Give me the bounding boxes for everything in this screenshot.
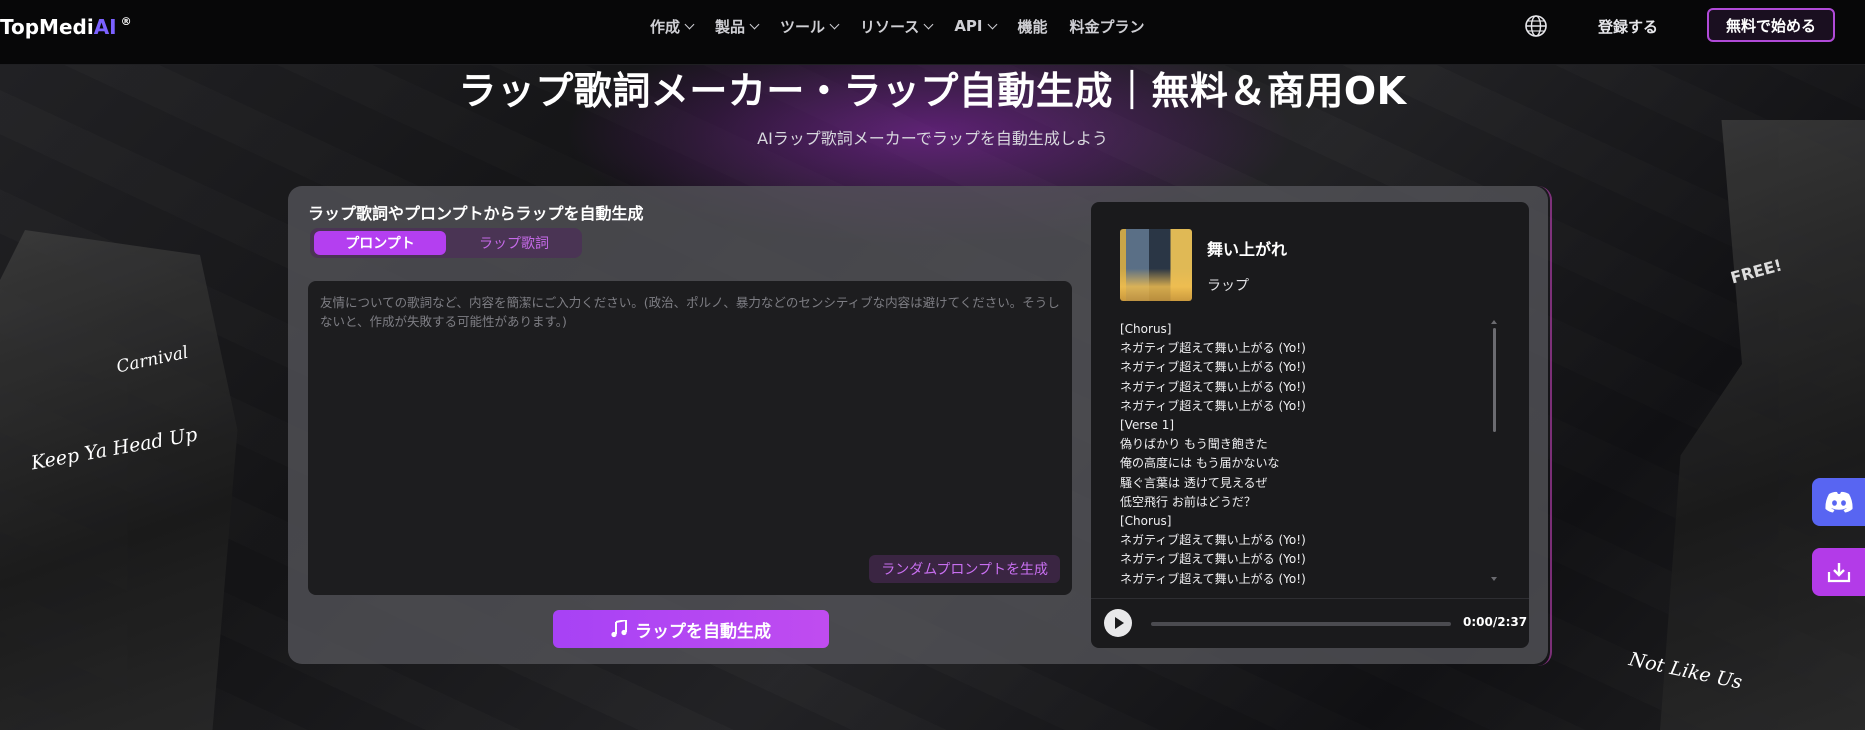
register-link[interactable]: 登録する bbox=[1598, 16, 1658, 37]
lyric-line: [Chorus] bbox=[1120, 322, 1172, 336]
globe-icon[interactable] bbox=[1524, 14, 1548, 38]
lyric-line: ネガティブ超えて舞い上がる (Yo!) bbox=[1120, 360, 1306, 375]
nav-item-products[interactable]: 製品 bbox=[715, 16, 760, 37]
song-title: 舞い上がれ bbox=[1207, 240, 1288, 259]
registered-mark: ® bbox=[120, 15, 132, 28]
chevron-down-icon bbox=[749, 19, 760, 29]
nav-label: ツール bbox=[780, 17, 826, 36]
music-note-icon bbox=[611, 620, 627, 638]
lyric-line: [Chorus] bbox=[1120, 514, 1172, 529]
nav-label: リソース bbox=[860, 17, 920, 36]
time-display: 0:00/2:37 bbox=[1463, 615, 1528, 629]
nav-label: API bbox=[954, 17, 983, 35]
lyric-line: 騒ぐ言葉は 透けて見えるぜ bbox=[1120, 475, 1268, 490]
scroll-up-arrow[interactable] bbox=[1491, 320, 1497, 324]
page-title: ラップ歌詞メーカー・ラップ自動生成｜無料＆商用OK bbox=[458, 69, 1407, 113]
lyric-line: 低空飛行 お前はどうだ？ bbox=[1120, 494, 1256, 509]
chevron-down-icon bbox=[684, 19, 695, 29]
nav-label: 製品 bbox=[715, 17, 746, 36]
prompt-box: ランダムプロンプトを生成 bbox=[308, 281, 1072, 595]
nav-item-features[interactable]: 機能 bbox=[1018, 16, 1048, 37]
nav-label: 機能 bbox=[1017, 17, 1048, 36]
logo[interactable]: TopMediAI ® bbox=[0, 15, 132, 39]
sample-player: 舞い上がれ ラップ [Chorus] ネガティブ超えて舞い上がる (Yo!) ネ… bbox=[1091, 202, 1529, 648]
lyric-line: ネガティブ超えて舞い上がる (Yo!) bbox=[1120, 571, 1306, 586]
lyric-line: ネガティブ超えて舞い上がる (Yo!) bbox=[1120, 398, 1306, 413]
lyric-line: 偽りばかり もう聞き飽きた bbox=[1120, 437, 1268, 452]
generate-rap-button[interactable]: ラップを自動生成 bbox=[553, 610, 829, 648]
random-prompt-button[interactable]: ランダムプロンプトを生成 bbox=[869, 555, 1060, 583]
discord-button[interactable] bbox=[1812, 478, 1865, 526]
tab-prompt[interactable]: プロンプト bbox=[314, 231, 446, 255]
nav-item-api[interactable]: API bbox=[954, 17, 997, 35]
scroll-down-arrow[interactable] bbox=[1491, 577, 1497, 581]
download-icon bbox=[1827, 563, 1850, 583]
generate-rap-label: ラップを自動生成 bbox=[635, 621, 771, 642]
play-icon[interactable] bbox=[1104, 609, 1132, 637]
lyrics-view[interactable]: [Chorus] ネガティブ超えて舞い上がる (Yo!) ネガティブ超えて舞い上… bbox=[1120, 320, 1500, 592]
lyric-line: ネガティブ超えて舞い上がる (Yo!) bbox=[1120, 552, 1306, 567]
mode-tabs: プロンプト ラップ歌詞 bbox=[310, 228, 582, 258]
lyric-line: ネガティブ超えて舞い上がる (Yo!) bbox=[1120, 533, 1306, 548]
nav-label: 作成 bbox=[650, 17, 681, 36]
lyric-line: 俺の高度には もう届かないな bbox=[1120, 456, 1280, 471]
start-free-button[interactable]: 無料で始める bbox=[1707, 8, 1835, 42]
chevron-down-icon bbox=[923, 19, 934, 29]
player-controls: 0:00/2:37 bbox=[1091, 598, 1529, 648]
page-subtitle: AIラップ歌詞メーカーでラップを自動生成しよう bbox=[757, 129, 1108, 148]
lyrics-scrollbar[interactable] bbox=[1493, 328, 1496, 432]
nav-item-tools[interactable]: ツール bbox=[780, 16, 840, 37]
nav-item-pricing[interactable]: 料金プラン bbox=[1070, 16, 1145, 37]
chevron-down-icon bbox=[829, 19, 840, 29]
prompt-input[interactable] bbox=[308, 281, 1072, 595]
progress-slider[interactable] bbox=[1151, 622, 1451, 626]
song-genre: ラップ bbox=[1207, 278, 1249, 294]
logo-text: TopMedi bbox=[0, 15, 94, 39]
lyric-line: ネガティブ超えて舞い上がる (Yo!) bbox=[1120, 379, 1306, 394]
nav-item-create[interactable]: 作成 bbox=[650, 16, 695, 37]
album-cover bbox=[1120, 229, 1192, 301]
chevron-down-icon bbox=[987, 19, 997, 29]
generator-panel: ラップ歌詞やプロンプトからラップを自動生成 プロンプト ラップ歌詞 ランダムプロ… bbox=[288, 186, 1548, 664]
panel-heading: ラップ歌詞やプロンプトからラップを自動生成 bbox=[308, 204, 644, 223]
download-button[interactable] bbox=[1812, 548, 1865, 596]
logo-ai-mark: AI bbox=[93, 15, 117, 39]
nav-item-resources[interactable]: リソース bbox=[860, 16, 934, 37]
tab-rap-lyrics[interactable]: ラップ歌詞 bbox=[450, 231, 578, 255]
top-header: TopMediAI ® 作成 製品 ツール リソース API 機能 料金プラン 登… bbox=[0, 0, 1865, 65]
lyric-line: [Verse 1] bbox=[1120, 418, 1175, 433]
nav-label: 料金プラン bbox=[1069, 17, 1145, 36]
main-nav: 作成 製品 ツール リソース API 機能 料金プラン bbox=[650, 0, 1167, 52]
lyric-line: ネガティブ超えて舞い上がる (Yo!) bbox=[1120, 341, 1306, 356]
discord-icon bbox=[1824, 491, 1853, 513]
